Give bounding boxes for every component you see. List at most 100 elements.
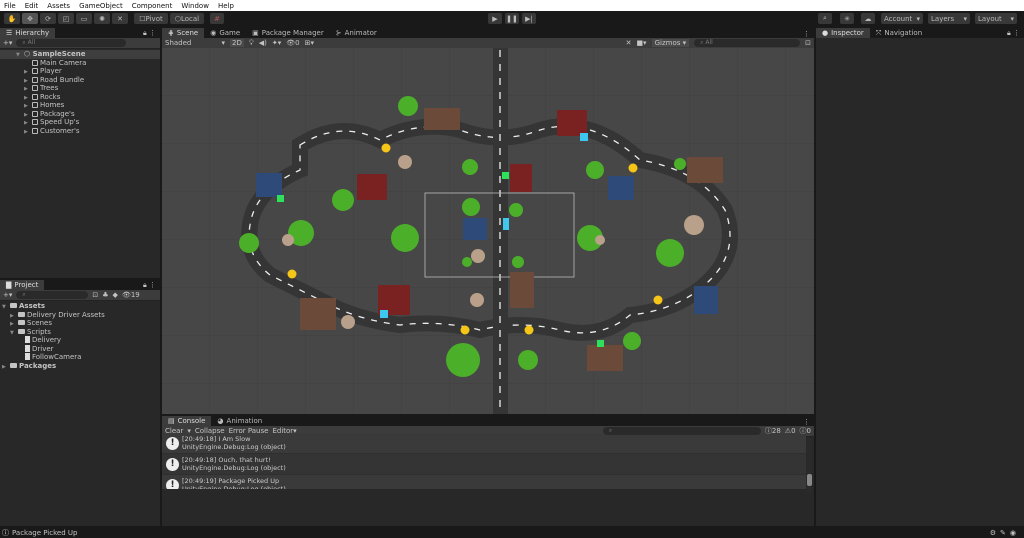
menu-component[interactable]: Component xyxy=(132,2,173,10)
assets-folder[interactable]: ▼ Assets xyxy=(0,302,160,311)
folder-item[interactable]: ▶ Delivery Driver Assets xyxy=(0,311,160,320)
hierarchy-item[interactable]: ▶ Package's xyxy=(0,110,160,119)
2d-toggle[interactable]: 2D xyxy=(230,39,244,47)
tab-project[interactable]: ▇ Project xyxy=(0,280,45,290)
move-tool-icon[interactable]: ✥ xyxy=(22,13,38,24)
tab-label: Scene xyxy=(176,29,199,37)
layout-dropdown[interactable]: Layout ▾ xyxy=(975,13,1017,24)
grid-icon[interactable]: ⊞▾ xyxy=(305,39,314,47)
scene-search[interactable]: ⌕ All xyxy=(694,39,801,47)
scene-viewport[interactable] xyxy=(162,48,814,414)
hierarchy-item[interactable]: ▶ Homes xyxy=(0,101,160,110)
warning-count-toggle[interactable]: ⚠0 xyxy=(785,427,796,435)
tab-animator[interactable]: ⊱ Animator xyxy=(330,28,383,38)
menu-edit[interactable]: Edit xyxy=(25,2,39,10)
script-item[interactable]: Driver xyxy=(0,344,160,354)
log-entry[interactable]: ! [20:49:18] I Am Slow UnityEngine.Debug:L… xyxy=(162,433,806,454)
tab-animation[interactable]: ◕ Animation xyxy=(211,416,268,426)
folder-label: Delivery Driver Assets xyxy=(27,310,105,319)
hierarchy-item[interactable]: ▶ Customer's xyxy=(0,127,160,136)
shading-dropdown[interactable]: Shaded ▾ xyxy=(165,39,225,47)
tab-game[interactable]: ◉ Game xyxy=(204,28,246,38)
tab-inspector[interactable]: ● Inspector xyxy=(816,28,870,38)
error-count-toggle[interactable]: ⓘ0 xyxy=(800,426,811,436)
add-button[interactable]: +▾ xyxy=(3,291,12,299)
console-search[interactable]: ⌕ xyxy=(602,427,761,435)
menu-window[interactable]: Window xyxy=(181,2,209,10)
lighting-icon[interactable]: 💡︎ xyxy=(249,39,254,48)
search-mode-icon[interactable]: ⊡ xyxy=(805,39,811,47)
tab-hierarchy[interactable]: ☰ Hierarchy xyxy=(0,28,56,38)
effects-icon[interactable]: ✦▾ xyxy=(272,39,281,47)
hidden-objects-icon[interactable]: 👁︎0 xyxy=(286,39,299,47)
script-item[interactable]: Delivery xyxy=(0,336,160,345)
step-button[interactable]: ▶| xyxy=(522,13,536,24)
hand-tool-icon[interactable]: ✋ xyxy=(4,13,20,24)
hierarchy-item[interactable]: ▶ Rocks xyxy=(0,93,160,102)
filter-type-icon[interactable]: ⊡ xyxy=(92,291,98,299)
error-pause-button[interactable]: Error Pause xyxy=(229,427,269,435)
custom-tool-icon[interactable]: ✕ xyxy=(112,13,128,24)
packages-folder[interactable]: ▶ Packages xyxy=(0,362,160,371)
hierarchy-item[interactable]: ▶ Road Bundle xyxy=(0,76,160,85)
rotate-tool-icon[interactable]: ⟳ xyxy=(40,13,56,24)
folder-item[interactable]: ▼ Scripts xyxy=(0,328,160,337)
log-entry[interactable]: ! [20:49:19] Package Picked Up UnityEngine… xyxy=(162,475,806,489)
pause-button[interactable]: ❚❚ xyxy=(505,13,519,24)
lock-icon[interactable]: 🔒︎ ⋮ xyxy=(143,281,160,290)
account-dropdown[interactable]: Account ▾ xyxy=(881,13,923,24)
hierarchy-item[interactable]: ▶ Speed Up's xyxy=(0,118,160,127)
hidden-packages-icon[interactable]: 👁︎19 xyxy=(122,291,140,299)
more-icon[interactable]: ⋮ xyxy=(803,418,814,426)
transform-tool-icon[interactable]: ✺ xyxy=(94,13,110,24)
star-icon[interactable]: ◆ xyxy=(113,291,118,299)
cloud-icon[interactable]: ☁ xyxy=(861,13,875,24)
editor-dropdown[interactable]: Editor▾ xyxy=(272,427,296,435)
hierarchy-item[interactable]: ▶ Trees xyxy=(0,84,160,93)
tab-package-manager[interactable]: ▣ Package Manager xyxy=(246,28,330,38)
console-scrollbar[interactable] xyxy=(807,438,812,494)
tab-console[interactable]: ▤ Console xyxy=(162,416,212,426)
grid-snap-icon[interactable]: # xyxy=(210,13,224,24)
script-item[interactable]: FollowCamera xyxy=(0,353,160,362)
menu-help[interactable]: Help xyxy=(218,2,234,10)
menu-file[interactable]: File xyxy=(4,2,16,10)
status-message[interactable]: Package Picked Up xyxy=(12,529,77,537)
audio-icon[interactable]: ◀) xyxy=(259,39,267,47)
lock-icon[interactable]: 🔒︎ ⋮ xyxy=(143,29,160,38)
more-icon[interactable]: ⋮ xyxy=(803,30,814,38)
search-icon[interactable]: ⌕ xyxy=(818,13,832,24)
log-entry[interactable]: ! [20:49:18] Ouch, that hurt! UnityEngine.… xyxy=(162,454,806,475)
hierarchy-item[interactable]: ▶ Player xyxy=(0,67,160,76)
tab-scene[interactable]: ⋕ Scene xyxy=(162,28,205,38)
folder-item[interactable]: ▶ Scenes xyxy=(0,319,160,328)
tab-navigation[interactable]: ⤧ Navigation xyxy=(870,28,928,38)
hierarchy-search[interactable]: ⌕ All xyxy=(16,39,127,47)
status-icons[interactable]: ⚙✎◉ xyxy=(990,529,1024,537)
local-button[interactable]: ⬡ Local xyxy=(170,13,204,24)
folder-label: Packages xyxy=(19,361,57,370)
collab-icon[interactable]: ✳ xyxy=(840,13,854,24)
add-button[interactable]: +▾ xyxy=(3,39,12,47)
rect-tool-icon[interactable]: ▭ xyxy=(76,13,92,24)
scene-item[interactable]: ▼ ⬡ SampleScene xyxy=(0,50,160,59)
camera-icon[interactable]: ■▾ xyxy=(636,39,646,47)
clear-options-icon[interactable]: ▾ xyxy=(187,427,191,435)
project-search[interactable]: ⌕ xyxy=(16,291,89,299)
pivot-button[interactable]: ☐ Pivot xyxy=(134,13,168,24)
scrollbar-thumb[interactable] xyxy=(807,474,812,486)
gizmos-dropdown[interactable]: Gizmos ▾ xyxy=(651,39,690,47)
filter-label-icon[interactable]: ♣ xyxy=(102,291,108,299)
collapse-button[interactable]: Collapse xyxy=(195,427,225,435)
scale-tool-icon[interactable]: ◰ xyxy=(58,13,74,24)
log-count-toggle[interactable]: ⓘ28 xyxy=(765,426,781,436)
layers-dropdown[interactable]: Layers ▾ xyxy=(928,13,970,24)
play-button[interactable]: ▶ xyxy=(488,13,502,24)
hierarchy-item[interactable]: Main Camera xyxy=(0,59,160,68)
lock-icon[interactable]: 🔒︎ ⋮ xyxy=(1007,29,1024,38)
menu-gameobject[interactable]: GameObject xyxy=(79,2,123,10)
clear-button[interactable]: Clear xyxy=(165,427,183,435)
tools-icon[interactable]: ✕ xyxy=(626,39,632,47)
gameobject-icon xyxy=(32,127,38,134)
menu-assets[interactable]: Assets xyxy=(47,2,70,10)
